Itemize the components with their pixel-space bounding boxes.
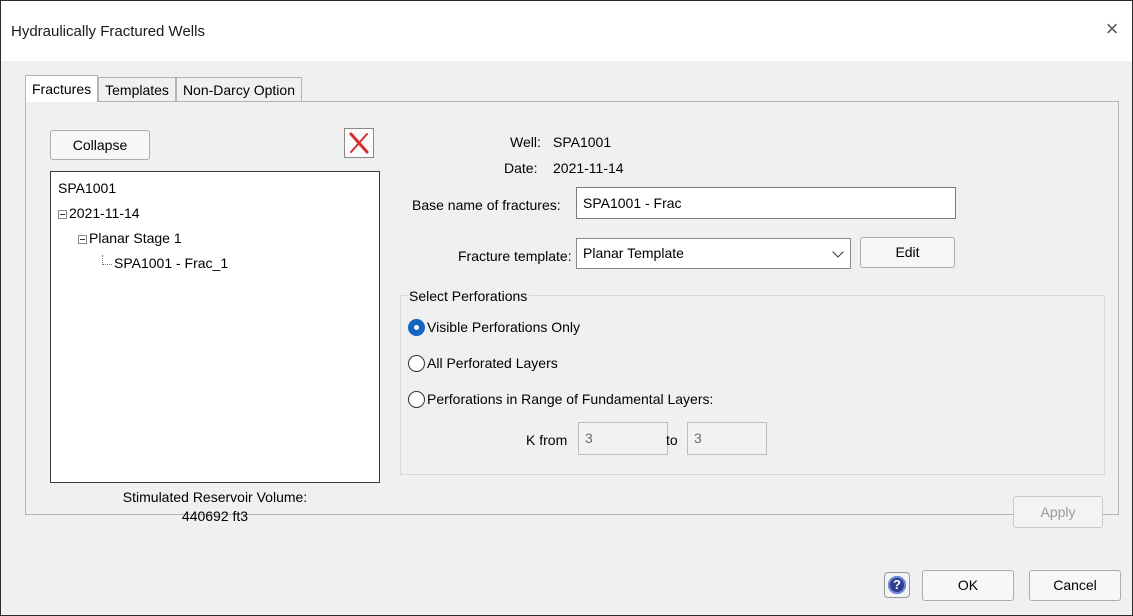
- fractures-tab-panel: Collapse SPA1001 2021-11-14 Planar Stage…: [25, 101, 1119, 528]
- delete-button[interactable]: [344, 128, 374, 158]
- chevron-down-icon: [832, 246, 844, 258]
- tree-node-label: 2021-11-14: [69, 205, 140, 221]
- k-from-label: K from: [526, 432, 568, 448]
- collapse-expander-icon[interactable]: [58, 210, 67, 219]
- close-icon[interactable]: ×: [1102, 18, 1122, 40]
- well-label: Well:: [510, 134, 541, 150]
- tree-connector: [102, 255, 112, 265]
- date-label: Date:: [504, 160, 538, 176]
- tree-node-stage[interactable]: Planar Stage 1: [58, 228, 379, 253]
- tree-node-fracture[interactable]: SPA1001 - Frac_1: [58, 253, 379, 278]
- tree-node-well[interactable]: SPA1001: [58, 178, 379, 203]
- base-name-label: Base name of fractures:: [412, 197, 561, 213]
- radio-label: All Perforated Layers: [427, 355, 558, 371]
- tree-node-label: SPA1001: [58, 180, 117, 196]
- tab-non-darcy-option[interactable]: Non-Darcy Option: [175, 77, 302, 102]
- cancel-button[interactable]: Cancel: [1029, 570, 1121, 601]
- to-label: to: [666, 432, 678, 448]
- fracture-tree[interactable]: SPA1001 2021-11-14 Planar Stage 1 SPA100…: [50, 171, 380, 483]
- collapse-button[interactable]: Collapse: [50, 130, 150, 160]
- radio-selected-icon: [408, 319, 425, 336]
- fracture-template-value: Planar Template: [583, 245, 684, 261]
- radio-all-perforated-layers[interactable]: All Perforated Layers: [408, 355, 558, 372]
- fracture-template-select[interactable]: Planar Template: [576, 238, 851, 269]
- stimulated-reservoir-volume: Stimulated Reservoir Volume: 440692 ft3: [50, 488, 380, 526]
- tab-strip: Fractures Templates Non-Darcy Option: [25, 75, 302, 102]
- radio-label: Perforations in Range of Fundamental Lay…: [427, 391, 714, 407]
- radio-label: Visible Perforations Only: [427, 319, 581, 335]
- date-value: 2021-11-14: [553, 160, 624, 176]
- red-x-delete-icon: [349, 132, 369, 154]
- k-to-input[interactable]: 3: [687, 422, 767, 455]
- window-title: Hydraulically Fractured Wells: [11, 23, 205, 40]
- dialog-window: Hydraulically Fractured Wells × Fracture…: [0, 0, 1133, 616]
- tab-templates[interactable]: Templates: [98, 77, 176, 102]
- radio-unselected-icon: [408, 355, 425, 372]
- base-name-input[interactable]: SPA1001 - Frac: [576, 187, 956, 219]
- srv-label: Stimulated Reservoir Volume:: [122, 489, 308, 505]
- tree-node-label: SPA1001 - Frac_1: [114, 255, 229, 271]
- tree-node-label: Planar Stage 1: [89, 230, 182, 246]
- tab-fractures[interactable]: Fractures: [25, 75, 99, 102]
- help-button[interactable]: ?: [884, 572, 910, 598]
- radio-perforations-in-range[interactable]: Perforations in Range of Fundamental Lay…: [408, 391, 713, 408]
- tree-node-date[interactable]: 2021-11-14: [58, 203, 379, 228]
- well-value: SPA1001: [553, 134, 612, 150]
- fracture-template-label: Fracture template:: [458, 248, 572, 264]
- select-perforations-legend: Select Perforations: [407, 288, 530, 304]
- radio-visible-perforations[interactable]: Visible Perforations Only: [408, 319, 580, 336]
- edit-template-button[interactable]: Edit: [860, 237, 955, 268]
- title-bar: Hydraulically Fractured Wells ×: [1, 1, 1132, 61]
- k-from-input[interactable]: 3: [578, 422, 668, 455]
- ok-button[interactable]: OK: [922, 570, 1014, 601]
- apply-button[interactable]: Apply: [1013, 496, 1103, 528]
- radio-unselected-icon: [408, 391, 425, 408]
- question-circle-icon: ?: [888, 576, 906, 594]
- srv-value: 440692 ft3: [181, 508, 249, 524]
- collapse-expander-icon[interactable]: [78, 235, 87, 244]
